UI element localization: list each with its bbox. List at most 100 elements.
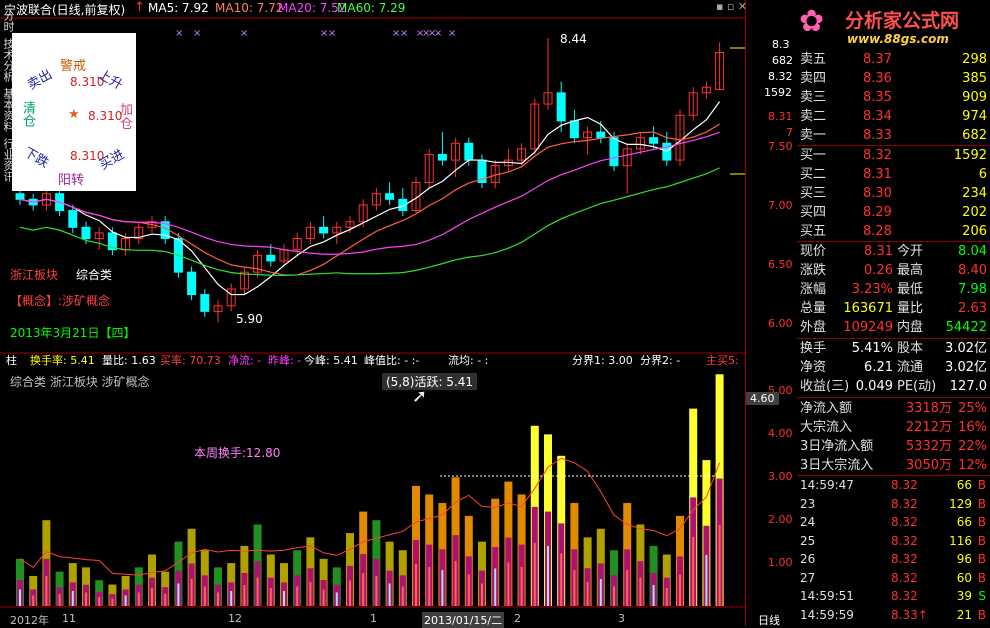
volume-bar-core xyxy=(190,578,193,606)
sell-order-label: 卖四 xyxy=(800,71,827,86)
tab-fenshi[interactable]: 分时 xyxy=(0,10,16,32)
ma5-label: MA5: 7.92 xyxy=(148,1,209,15)
signal-markers: × × × × × × × ×× ×× × xyxy=(175,28,456,39)
buy-order-volume: 6 xyxy=(978,167,987,182)
stat-label: 最高 xyxy=(897,263,924,278)
fund-label: PE(动) xyxy=(897,379,937,394)
buy-order-price: 8.31 xyxy=(863,167,892,182)
volume-bar-core xyxy=(151,587,153,606)
scale-600: 6.00 xyxy=(768,317,793,330)
tick-row[interactable]: 14:59:59 8.33↑ 21 B xyxy=(797,606,990,625)
buy-order-price: 8.32 xyxy=(863,148,892,163)
tick-row[interactable]: 27 8.32 60 B xyxy=(797,569,990,588)
volume-bar-core xyxy=(111,598,114,606)
window-controls[interactable]: ▪ ▫ ✕ xyxy=(716,0,747,13)
widget-clear: 清仓 xyxy=(20,101,35,127)
kline-chart-area[interactable]: × × × × × × × × × × × × 宁波联合(日线,前复权) ↑ MA5: 7.92… xyxy=(0,0,747,628)
sector-zhejiang[interactable]: 浙江板块 xyxy=(10,266,58,283)
ind-mainbuy: 主买5: xyxy=(706,354,739,367)
volume-bar-core xyxy=(679,574,681,606)
sell-order-row[interactable]: 卖二 8.34 974 xyxy=(797,107,990,126)
up-arrow-icon: ↑ xyxy=(134,0,145,15)
volume-bar-core xyxy=(573,569,576,606)
vscale-cursor: 4.60 xyxy=(746,392,779,405)
svg-text:×: × xyxy=(175,28,183,39)
buy-order-volume: 1592 xyxy=(953,148,987,163)
scale-750: 7.50 xyxy=(768,140,793,153)
tick-time: 27 xyxy=(800,570,816,585)
flower-logo-icon: ✿ xyxy=(799,4,825,39)
tick-volume: 21 xyxy=(956,607,972,622)
concept-label[interactable]: 【概念】:涉矿概念 xyxy=(10,292,110,309)
tick-flag: B xyxy=(977,533,986,548)
candle-body xyxy=(569,120,579,139)
flow-value: 5332万 xyxy=(905,439,952,454)
vscale-200: 2.00 xyxy=(768,513,793,526)
candle-body xyxy=(200,294,210,312)
sell-order-row[interactable]: 卖五 8.37 298 xyxy=(797,50,990,69)
stat-row: 外盘 109249 内盘 54422 xyxy=(797,318,990,337)
candle-body xyxy=(68,210,78,228)
volume-bar-core xyxy=(705,554,708,606)
buy-order-label: 买五 xyxy=(800,224,827,239)
sell-order-volume: 385 xyxy=(962,71,987,86)
buy-order-row[interactable]: 买四 8.29 202 xyxy=(797,203,990,222)
volume-bar-core xyxy=(547,545,549,606)
candle-body xyxy=(464,142,474,161)
widget-price-1: 8.310 xyxy=(70,75,105,89)
buy-order-row[interactable]: 买一 8.32 1592 xyxy=(797,146,990,165)
stat-value: 163671 xyxy=(843,301,893,316)
tick-row[interactable]: 23 8.32 129 B xyxy=(797,495,990,514)
tick-volume: 66 xyxy=(956,515,972,529)
volume-bar-core xyxy=(217,592,219,606)
volume-bar-core xyxy=(639,577,642,606)
tick-row[interactable]: 25 8.32 116 B xyxy=(797,532,990,551)
vscale-300: 3.00 xyxy=(768,470,793,483)
tick-flag: B xyxy=(977,478,986,492)
date-label: 2013年3月21日【四】 xyxy=(10,326,136,340)
tick-row[interactable]: 14:59:47 8.32 66 B xyxy=(797,476,990,495)
buy-order-row[interactable]: 买三 8.30 234 xyxy=(797,184,990,203)
sell-order-price: 8.37 xyxy=(863,52,892,67)
fund-row: 换手 5.41% 股本 3.02亿 xyxy=(797,339,990,358)
mouse-cursor-icon: ➚ xyxy=(412,386,428,407)
tick-row[interactable]: 24 8.32 66 B xyxy=(797,513,990,532)
ind-ypeak: 昨峰: - xyxy=(268,354,302,367)
sell-order-row[interactable]: 卖四 8.36 385 xyxy=(797,69,990,88)
sell-order-row[interactable]: 卖一 8.33 682 xyxy=(797,126,990,145)
flow-pct: 22% xyxy=(958,439,987,454)
volume-bar-core xyxy=(137,592,140,606)
vscale-100: 1.00 xyxy=(768,556,793,569)
fund-value: 3.02亿 xyxy=(945,341,987,356)
sector-composite[interactable]: 综合类 xyxy=(76,266,112,283)
tick-flag: B xyxy=(977,515,986,529)
svg-text:×: × xyxy=(448,28,456,39)
buy-order-row[interactable]: 买二 8.31 6 xyxy=(797,165,990,184)
tick-time: 14:59:51 xyxy=(800,589,854,603)
ind-peakratio: 峰值比: - :- xyxy=(364,354,420,367)
widget-sell: 卖出 xyxy=(24,67,56,94)
tick-row[interactable]: 26 8.32 96 B xyxy=(797,550,990,569)
volume-bar-core xyxy=(98,596,101,606)
scale-top-3: 8.32 xyxy=(768,70,793,83)
flow-row: 3日大宗流入 3050万 12% xyxy=(797,456,990,475)
xaxis-3: 3 xyxy=(618,612,625,625)
buy-order-row[interactable]: 买五 8.28 206 xyxy=(797,222,990,241)
stat-label: 现价 xyxy=(800,244,827,259)
sell-order-row[interactable]: 卖三 8.35 909 xyxy=(797,88,990,107)
buy-order-volume: 202 xyxy=(962,205,987,220)
signal-widget[interactable]: 警戒 卖出 上升 8.310 加 仓 清仓 ★ 8.310 下跌 8.310 买… xyxy=(12,33,136,191)
volume-bars xyxy=(16,374,724,606)
ind-bound2: 分界2: - xyxy=(640,354,681,367)
scale-top-6: 7 xyxy=(786,126,793,139)
fund-value: 127.0 xyxy=(949,379,987,394)
volume-bar-core xyxy=(283,590,285,606)
tick-row[interactable]: 14:59:51 8.32 39 S xyxy=(797,587,990,606)
volume-bar-core xyxy=(652,584,655,606)
stat-row: 涨跌 0.26 最高 8.40 xyxy=(797,261,990,280)
divider xyxy=(797,397,990,398)
scale-top-2: 682 xyxy=(772,54,793,67)
xaxis-11: 11 xyxy=(62,612,76,625)
volume-bar-core xyxy=(296,586,299,606)
high-price-label: 8.44 xyxy=(560,32,587,46)
